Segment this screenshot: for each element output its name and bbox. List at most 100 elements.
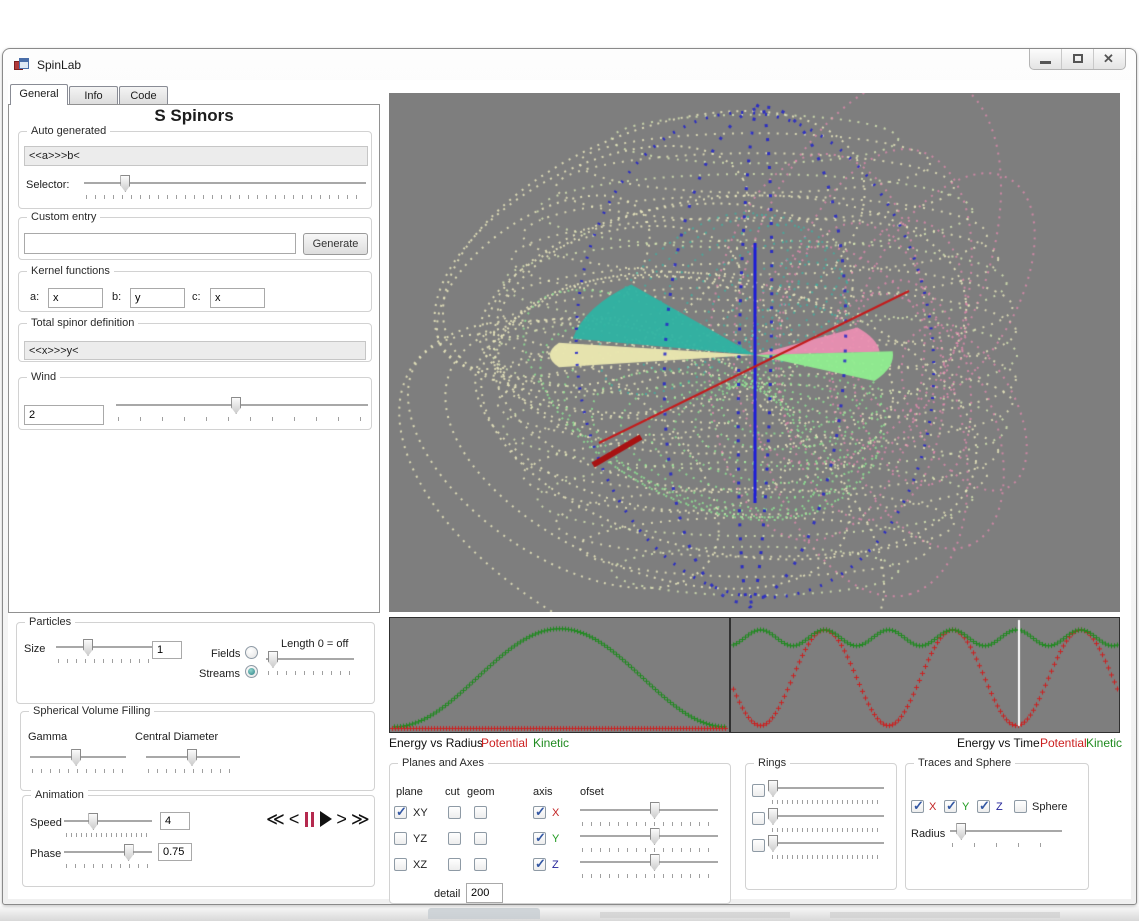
- slider-thumb[interactable]: [88, 813, 98, 830]
- kernel-b-input[interactable]: [130, 288, 185, 308]
- spinor-3d-viewport[interactable]: [389, 93, 1120, 612]
- close-button[interactable]: ✕: [1094, 49, 1125, 69]
- size-slider[interactable]: [54, 638, 154, 664]
- slider-thumb[interactable]: [187, 749, 197, 766]
- auto-generated-label: Auto generated: [27, 125, 110, 137]
- step-forward-button[interactable]: >: [336, 810, 347, 828]
- custom-entry-input[interactable]: [24, 233, 296, 254]
- play-button[interactable]: [320, 811, 332, 827]
- geom-xz-checkbox[interactable]: [474, 858, 487, 871]
- speed-slider[interactable]: [62, 812, 154, 838]
- slider-thumb[interactable]: [268, 651, 278, 668]
- generate-button[interactable]: Generate: [303, 233, 368, 255]
- traces-sphere-label: Traces and Sphere: [914, 757, 1015, 769]
- plane-yz-checkbox[interactable]: [394, 832, 407, 845]
- sphere-checkbox[interactable]: [1014, 800, 1027, 813]
- plot-right-potential-legend: Potential: [1040, 736, 1087, 750]
- slider-thumb[interactable]: [83, 639, 93, 656]
- kernel-c-input[interactable]: [210, 288, 265, 308]
- skip-start-button[interactable]: ≪: [266, 810, 285, 828]
- cut-xy-checkbox[interactable]: [448, 806, 461, 819]
- phase-input[interactable]: [158, 843, 192, 861]
- step-back-button[interactable]: <: [289, 810, 300, 828]
- axis-z-checkbox[interactable]: [533, 858, 546, 871]
- kernel-a-input[interactable]: [48, 288, 103, 308]
- slider-ticks: [582, 848, 716, 852]
- axis-x-checkbox[interactable]: [533, 806, 546, 819]
- col-geom: geom: [467, 786, 495, 798]
- auto-generated-value[interactable]: <<a>>>b<: [24, 146, 368, 166]
- plane-xy-checkbox[interactable]: [394, 806, 407, 819]
- slider-thumb[interactable]: [956, 823, 966, 840]
- slider-thumb[interactable]: [768, 808, 778, 825]
- streams-radio[interactable]: [245, 665, 258, 678]
- trace-z-checkbox[interactable]: [977, 800, 990, 813]
- ring-2-checkbox[interactable]: [752, 812, 765, 825]
- slider-thumb[interactable]: [120, 175, 130, 192]
- minimize-button[interactable]: [1030, 49, 1062, 69]
- restore-button[interactable]: [1062, 49, 1094, 69]
- geom-yz-checkbox[interactable]: [474, 832, 487, 845]
- slider-track: [116, 404, 368, 406]
- total-spinor-value[interactable]: <<x>>>y<: [24, 341, 366, 360]
- trace-x-checkbox[interactable]: [911, 800, 924, 813]
- speed-input[interactable]: [160, 812, 190, 830]
- ring-2-slider[interactable]: [768, 807, 886, 833]
- ring-1-slider[interactable]: [768, 779, 886, 805]
- slider-ticks: [58, 659, 150, 663]
- ofset-x-slider[interactable]: [578, 801, 720, 827]
- slider-thumb[interactable]: [231, 397, 241, 414]
- selector-slider[interactable]: [82, 174, 368, 200]
- radius-slider[interactable]: [948, 822, 1064, 848]
- slider-ticks: [66, 833, 150, 837]
- streams-label: Streams: [199, 668, 240, 680]
- tab-info[interactable]: Info: [69, 86, 118, 105]
- length-label: Length 0 = off: [281, 638, 348, 650]
- total-spinor-label: Total spinor definition: [27, 317, 138, 329]
- slider-thumb[interactable]: [768, 835, 778, 852]
- plot-right-kinetic-legend: Kinetic: [1086, 736, 1122, 750]
- caption-buttons: ✕: [1029, 49, 1126, 70]
- slider-thumb[interactable]: [124, 844, 134, 861]
- slider-track: [770, 815, 884, 817]
- tab-general[interactable]: General: [10, 84, 68, 105]
- phase-slider[interactable]: [62, 843, 154, 869]
- kernel-b-label: b:: [112, 291, 121, 303]
- gamma-slider[interactable]: [28, 748, 128, 774]
- skip-end-button[interactable]: ≫: [351, 810, 370, 828]
- slider-track: [580, 861, 718, 863]
- cut-yz-checkbox[interactable]: [448, 832, 461, 845]
- selector-label: Selector:: [26, 179, 69, 191]
- ring-3-slider[interactable]: [768, 834, 886, 860]
- minimize-icon: [1040, 61, 1051, 64]
- fields-label: Fields: [211, 648, 240, 660]
- size-input[interactable]: [152, 641, 182, 659]
- tab-code[interactable]: Code: [119, 86, 168, 105]
- plane-xy-label: XY: [413, 807, 428, 819]
- ring-3-checkbox[interactable]: [752, 839, 765, 852]
- wind-slider[interactable]: [114, 396, 370, 422]
- close-icon: ✕: [1103, 51, 1114, 67]
- geom-xy-checkbox[interactable]: [474, 806, 487, 819]
- plane-xz-checkbox[interactable]: [394, 858, 407, 871]
- central-diameter-slider[interactable]: [144, 748, 242, 774]
- fields-radio[interactable]: [245, 646, 258, 659]
- col-ofset: ofset: [580, 786, 604, 798]
- wind-input[interactable]: [24, 405, 104, 425]
- detail-input[interactable]: [466, 883, 503, 903]
- slider-ticks: [772, 855, 882, 859]
- kernel-functions-label: Kernel functions: [27, 265, 114, 277]
- slider-thumb[interactable]: [650, 802, 660, 819]
- slider-thumb[interactable]: [650, 854, 660, 871]
- ring-1-checkbox[interactable]: [752, 784, 765, 797]
- length-slider[interactable]: [264, 650, 356, 676]
- cut-xz-checkbox[interactable]: [448, 858, 461, 871]
- pause-button[interactable]: [303, 812, 316, 827]
- trace-y-checkbox[interactable]: [944, 800, 957, 813]
- slider-thumb[interactable]: [650, 828, 660, 845]
- slider-thumb[interactable]: [768, 780, 778, 797]
- slider-thumb[interactable]: [71, 749, 81, 766]
- ofset-y-slider[interactable]: [578, 827, 720, 853]
- axis-y-checkbox[interactable]: [533, 832, 546, 845]
- ofset-z-slider[interactable]: [578, 853, 720, 879]
